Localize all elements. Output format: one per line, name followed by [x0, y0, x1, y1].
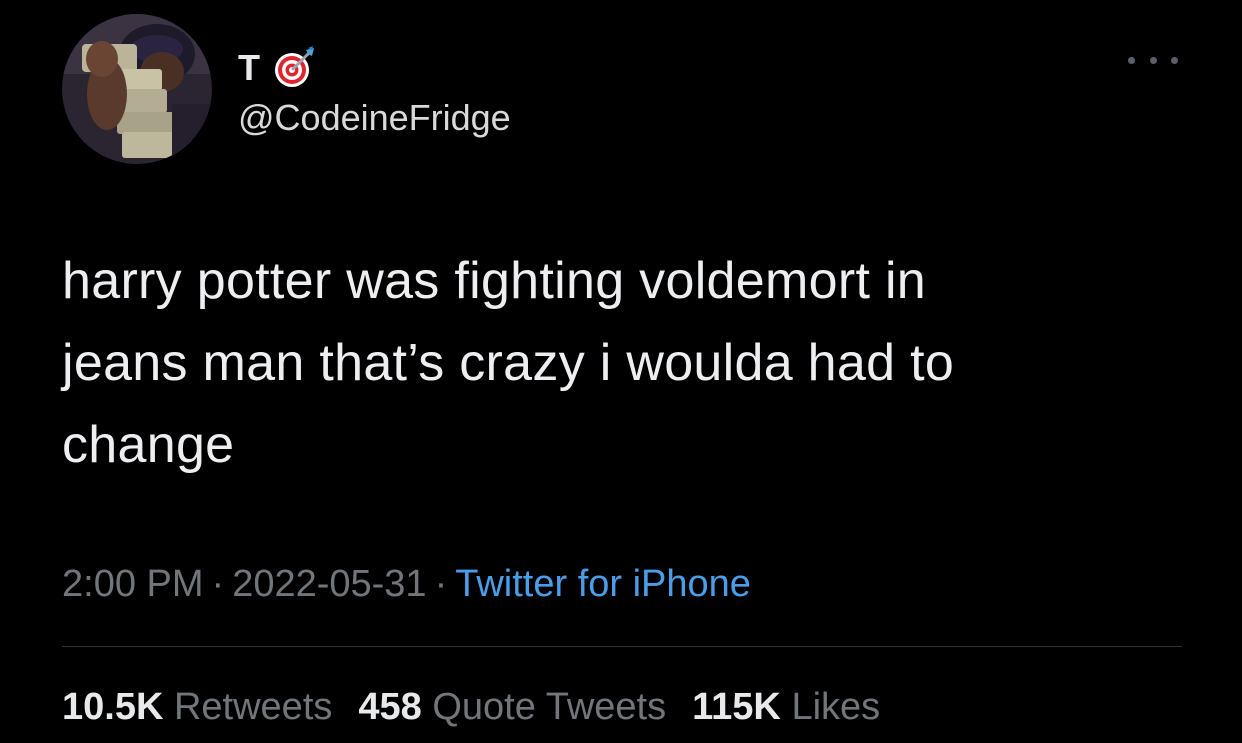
tweet-time[interactable]: 2:00 PM — [62, 563, 204, 605]
tweet-text-line: change — [62, 416, 235, 474]
meta-separator: · — [211, 563, 225, 605]
divider — [62, 646, 1182, 647]
likes-stat[interactable]: 115K Likes — [692, 686, 880, 728]
more-dot — [1149, 56, 1157, 64]
tweet-text-line: harry potter was fighting voldemort in — [62, 252, 927, 310]
tweet-text-line: jeans man that’s crazy i woulda had to — [62, 334, 955, 392]
retweets-count: 10.5K — [62, 686, 164, 728]
tweet-text: harry potter was fighting voldemort in j… — [62, 240, 1192, 486]
tweet-source-link[interactable]: Twitter for iPhone — [455, 563, 751, 605]
more-dot — [1128, 56, 1135, 64]
more-options-icon[interactable] — [1128, 50, 1178, 70]
avatar-photo — [62, 14, 212, 164]
tweet-meta: 2:00 PM · 2022-05-31 · Twitter for iPhone — [62, 561, 751, 607]
tweet-stats: 10.5K Retweets 458 Quote Tweets 115K Likes — [62, 684, 880, 730]
author-name-row[interactable]: T — [238, 46, 318, 90]
retweets-stat[interactable]: 10.5K Retweets — [62, 686, 332, 728]
meta-separator: · — [434, 563, 448, 605]
more-dot — [1171, 56, 1178, 64]
likes-label: Likes — [791, 686, 881, 728]
likes-count: 115K — [692, 686, 781, 728]
tweet-card: T @CodeineFridge harry potter was fighti… — [0, 0, 1242, 743]
direct-hit-target-icon — [272, 46, 318, 90]
quote-tweets-label: Quote Tweets — [432, 686, 667, 728]
retweets-label: Retweets — [173, 686, 333, 728]
author-handle[interactable]: @CodeineFridge — [238, 96, 511, 140]
quote-tweets-stat[interactable]: 458 Quote Tweets — [358, 686, 666, 728]
quote-tweets-count: 458 — [358, 686, 422, 728]
tweet-date[interactable]: 2022-05-31 — [232, 563, 426, 605]
author-display-name[interactable]: T — [238, 46, 260, 90]
avatar[interactable] — [62, 14, 212, 164]
